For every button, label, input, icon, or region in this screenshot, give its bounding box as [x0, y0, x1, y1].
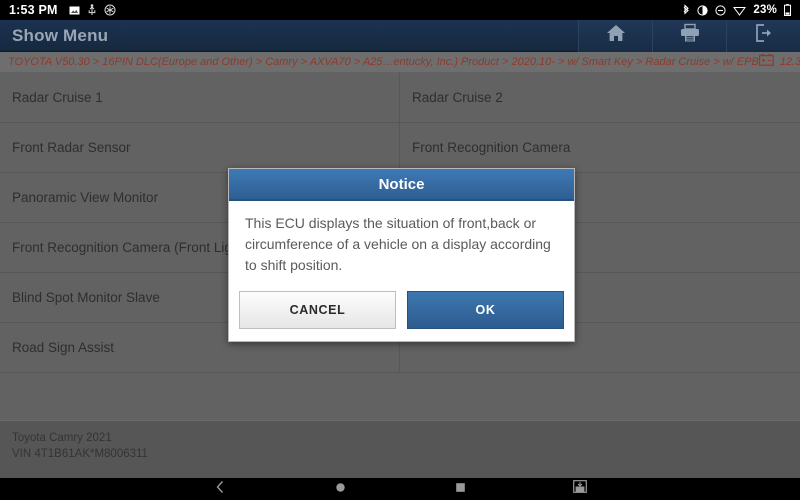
cancel-button[interactable]: CANCEL: [239, 291, 396, 329]
tablet-screen: 1:53 PM 23% Show Menu TOYOTA V50.30 > 16…: [0, 0, 800, 500]
dialog-title: Notice: [229, 169, 574, 201]
dialog-actions: CANCEL OK: [229, 286, 574, 341]
dialog-message: This ECU displays the situation of front…: [245, 215, 551, 273]
notice-dialog: Notice This ECU displays the situation o…: [228, 168, 575, 342]
ok-button[interactable]: OK: [407, 291, 564, 329]
